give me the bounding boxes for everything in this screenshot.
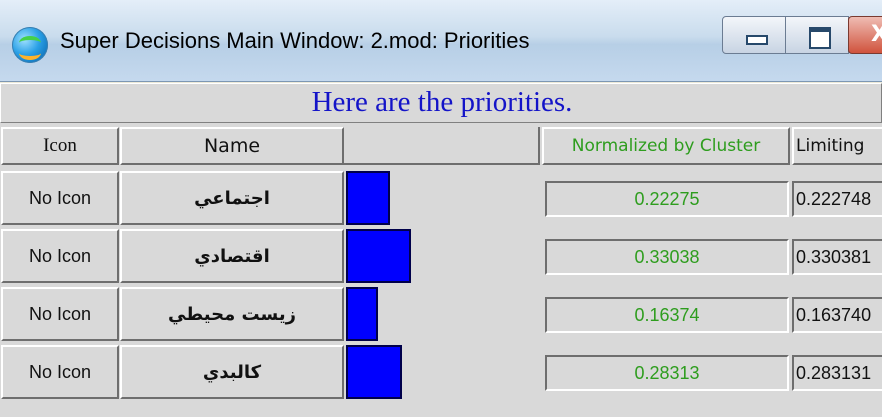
icon-cell[interactable]: No Icon: [1, 171, 119, 225]
node-name-cell[interactable]: اقتصادي: [120, 229, 344, 283]
close-button[interactable]: [848, 16, 882, 54]
table-row: No Icon زيست محيطي 0.16374 0.163740: [0, 285, 882, 343]
table-row: No Icon اجتماعي 0.22275 0.222748: [0, 169, 882, 227]
priority-bar: [346, 229, 411, 283]
normalized-value-field: 0.16374: [545, 297, 789, 333]
column-header-name[interactable]: Name: [120, 127, 344, 165]
priority-bar: [346, 171, 390, 225]
priority-bar: [346, 345, 402, 399]
column-header-bar: [344, 127, 540, 165]
icon-cell[interactable]: No Icon: [1, 345, 119, 399]
node-name-cell[interactable]: اجتماعي: [120, 171, 344, 225]
table-row: No Icon اقتصادي 0.33038 0.330381: [0, 227, 882, 285]
normalized-value-field: 0.33038: [545, 239, 789, 275]
heading-box: Here are the priorities.: [0, 83, 882, 123]
column-header-limiting[interactable]: Limiting: [792, 127, 882, 165]
node-name-cell[interactable]: زيست محيطي: [120, 287, 344, 341]
node-name-cell[interactable]: كالبدي: [120, 345, 344, 399]
limiting-value-field: 0.283131: [792, 355, 882, 391]
limiting-value-field: 0.222748: [792, 181, 882, 217]
priority-bar: [346, 287, 378, 341]
minimize-button[interactable]: [722, 16, 786, 54]
priorities-panel: Here are the priorities. Icon Name Norma…: [0, 83, 882, 417]
icon-cell[interactable]: No Icon: [1, 229, 119, 283]
table-row: No Icon كالبدي 0.28313 0.283131: [0, 343, 882, 401]
priority-bar-track: [346, 229, 536, 283]
limiting-value-field: 0.330381: [792, 239, 882, 275]
priority-bar-track: [346, 345, 536, 399]
column-header-normalized[interactable]: Normalized by Cluster: [542, 127, 790, 165]
priority-bar-track: [346, 287, 536, 341]
column-header-icon[interactable]: Icon: [1, 127, 119, 165]
super-decisions-icon[interactable]: [12, 27, 48, 63]
normalized-value-field: 0.22275: [545, 181, 789, 217]
limiting-value-field: 0.163740: [792, 297, 882, 333]
window-title: Super Decisions Main Window: 2.mod: Prio…: [60, 28, 530, 53]
priority-bar-track: [346, 171, 536, 225]
title-bar: Super Decisions Main Window: 2.mod: Prio…: [0, 0, 882, 82]
maximize-button[interactable]: [785, 16, 849, 54]
icon-cell[interactable]: No Icon: [1, 287, 119, 341]
page-heading: Here are the priorities.: [311, 86, 573, 118]
normalized-value-field: 0.28313: [545, 355, 789, 391]
